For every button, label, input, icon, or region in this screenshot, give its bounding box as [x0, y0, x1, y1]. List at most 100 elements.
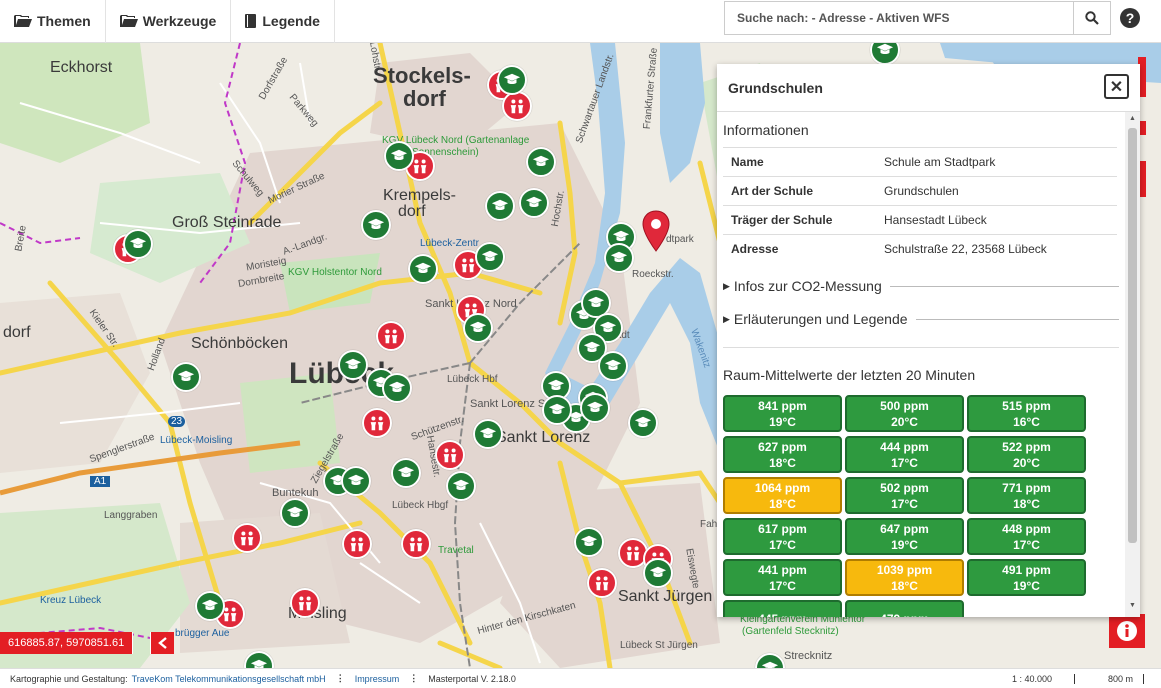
- graduation-cap-icon: [532, 155, 550, 167]
- info-key: Art der Schule: [723, 176, 876, 206]
- school-marker[interactable]: [408, 254, 438, 284]
- children-icon: [240, 531, 254, 546]
- scroll-down-icon[interactable]: ▼: [1128, 602, 1137, 612]
- menu-werkzeuge[interactable]: Werkzeuge: [106, 0, 232, 43]
- children-icon: [413, 159, 427, 174]
- school-marker[interactable]: [280, 498, 310, 528]
- footer-credit-link[interactable]: TraveKom Telekommunikationsgesellschaft …: [132, 674, 326, 684]
- close-button[interactable]: ✕: [1104, 74, 1129, 99]
- kita-marker[interactable]: [502, 91, 532, 121]
- children-icon: [384, 329, 398, 344]
- divider: [915, 318, 1119, 320]
- school-marker[interactable]: [341, 466, 371, 496]
- search-button[interactable]: [1073, 2, 1110, 34]
- graduation-cap-icon: [286, 506, 304, 518]
- kita-marker[interactable]: [587, 568, 617, 598]
- footer-impressum-link[interactable]: Impressum: [355, 674, 400, 684]
- graduation-cap-icon: [177, 370, 195, 382]
- info-table: Name Schule am Stadtpark Art der Schule Gru…: [723, 147, 1117, 263]
- school-marker[interactable]: [338, 350, 368, 380]
- school-marker[interactable]: [604, 243, 634, 273]
- info-row: Träger der Schule Hansestadt Lübeck: [723, 205, 1117, 235]
- info-button[interactable]: [1109, 614, 1145, 648]
- caret-right-icon: ▶: [723, 313, 730, 324]
- kita-marker[interactable]: [362, 408, 392, 438]
- school-marker[interactable]: [643, 558, 673, 588]
- school-marker[interactable]: [485, 191, 515, 221]
- school-marker[interactable]: [382, 373, 412, 403]
- school-marker[interactable]: [473, 419, 503, 449]
- kita-marker[interactable]: [376, 321, 406, 351]
- map-pin-icon[interactable]: [641, 210, 671, 252]
- school-marker[interactable]: [384, 141, 414, 171]
- menu-legende[interactable]: Legende: [231, 0, 335, 43]
- room-value-tile: 522 ppm 20°C: [967, 436, 1086, 473]
- graduation-cap-icon: [634, 416, 652, 428]
- legend-info-toggle[interactable]: ▶ Erläuterungen und Legende: [723, 311, 1119, 327]
- scroll-up-icon[interactable]: ▲: [1128, 115, 1137, 125]
- kita-marker[interactable]: [342, 529, 372, 559]
- kita-marker[interactable]: [435, 440, 465, 470]
- info-section-title: Informationen: [723, 122, 809, 138]
- co2-info-toggle[interactable]: ▶ Infos zur CO2-Messung: [723, 278, 1119, 294]
- scrollbar-thumb[interactable]: [1128, 128, 1137, 543]
- graduation-cap-icon: [201, 599, 219, 611]
- graduation-cap-icon: [469, 321, 487, 333]
- top-toolbar: Themen Werkzeuge Legende ?: [0, 0, 1161, 43]
- school-marker[interactable]: [361, 210, 391, 240]
- school-marker[interactable]: [598, 351, 628, 381]
- temperature-value: 17°C: [891, 496, 918, 511]
- school-marker[interactable]: [195, 591, 225, 621]
- school-marker[interactable]: [391, 458, 421, 488]
- graduation-cap-icon: [604, 359, 622, 371]
- search-input[interactable]: [725, 2, 1073, 34]
- kita-marker[interactable]: [232, 523, 262, 553]
- school-marker[interactable]: [463, 313, 493, 343]
- graduation-cap-icon: [388, 381, 406, 393]
- school-marker[interactable]: [497, 65, 527, 95]
- room-value-tile: 448 ppm 17°C: [967, 518, 1086, 555]
- panel-title: Grundschulen: [728, 79, 823, 96]
- kita-marker[interactable]: [401, 529, 431, 559]
- school-marker[interactable]: [171, 362, 201, 392]
- ppm-value: 627 ppm: [758, 439, 807, 454]
- children-icon: [370, 416, 384, 431]
- caret-right-icon: ▶: [723, 280, 730, 291]
- room-value-tile: 841 ppm 19°C: [723, 395, 842, 432]
- temperature-value: 20°C: [1013, 455, 1040, 470]
- graduation-cap-icon: [649, 566, 667, 578]
- footer: Kartographie und Gestaltung: TraveKom Te…: [0, 668, 1161, 688]
- room-value-tile: 771 ppm 18°C: [967, 477, 1086, 514]
- school-marker[interactable]: [574, 527, 604, 557]
- menu-themen[interactable]: Themen: [0, 0, 106, 43]
- children-icon: [298, 596, 312, 611]
- ppm-value: 441 ppm: [758, 562, 807, 577]
- school-marker[interactable]: [542, 395, 572, 425]
- info-key: Adresse: [723, 234, 876, 263]
- graduation-cap-icon: [610, 251, 628, 263]
- temperature-value: 18°C: [1013, 496, 1040, 511]
- temperature-value: 19°C: [769, 414, 796, 429]
- room-value-tile: 444 ppm 17°C: [845, 436, 964, 473]
- room-value-tile: 502 ppm 17°C: [845, 477, 964, 514]
- school-marker[interactable]: [580, 393, 610, 423]
- info-key: Träger der Schule: [723, 205, 876, 235]
- school-marker[interactable]: [475, 242, 505, 272]
- help-icon[interactable]: ?: [1120, 8, 1140, 28]
- temperature-value: 17°C: [1013, 537, 1040, 552]
- panel-scrollbar[interactable]: ▲ ▼: [1125, 112, 1140, 617]
- temperature-value: 16°C: [1013, 414, 1040, 429]
- graduation-cap-icon: [452, 479, 470, 491]
- place-strecknitz: Strecknitz: [784, 650, 833, 662]
- raum-title: Raum-Mittelwerte der letzten 20 Minuten: [723, 367, 976, 383]
- info-value: Schulstraße 22, 23568 Lübeck: [876, 234, 1117, 263]
- co2-info-label: Infos zur CO2-Messung: [733, 278, 882, 294]
- collapse-coordinates-button[interactable]: [150, 632, 174, 654]
- temperature-value: 18°C: [769, 496, 796, 511]
- kita-marker[interactable]: [290, 588, 320, 618]
- school-marker[interactable]: [526, 147, 556, 177]
- school-marker[interactable]: [628, 408, 658, 438]
- school-marker[interactable]: [519, 188, 549, 218]
- school-marker[interactable]: [123, 229, 153, 259]
- school-marker[interactable]: [446, 471, 476, 501]
